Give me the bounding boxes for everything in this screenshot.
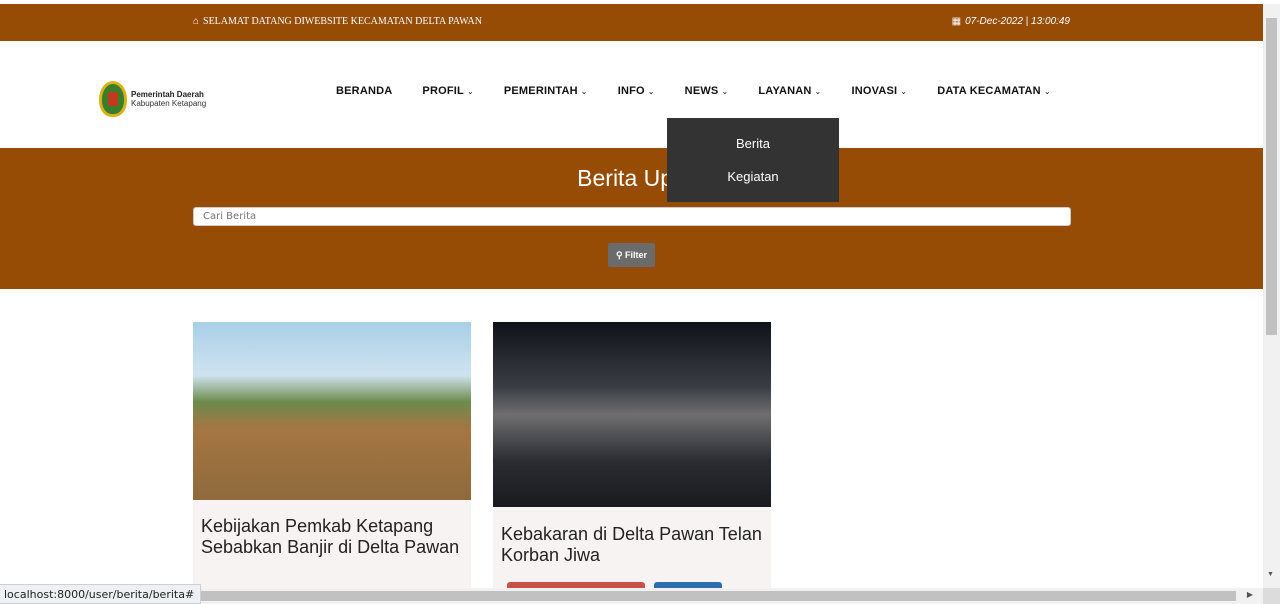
vertical-scrollbar[interactable]: ▼ (1263, 4, 1280, 588)
fire-photo[interactable] (493, 322, 771, 507)
nav-item-info[interactable]: INFO ⌄ (618, 85, 655, 97)
nav-item-beranda[interactable]: BERANDA (336, 85, 392, 97)
nav-item-news[interactable]: NEWS ⌄ (685, 85, 729, 97)
ketapang-emblem-icon (99, 81, 127, 117)
nav-item-data-kecamatan[interactable]: DATA KECAMATAN ⌄ (937, 85, 1051, 97)
dropdown-item-berita[interactable]: Berita (667, 127, 839, 160)
hero-section: Berita Upd ⚲ Filter (0, 148, 1263, 289)
page: ⌂ SELAMAT DATANG DIWEBSITE KECAMATAN DELT… (0, 0, 1280, 604)
navbar: Pemerintah Daerah Kabupaten Ketapang BER… (0, 41, 1263, 148)
dropdown-item-kegiatan[interactable]: Kegiatan (667, 160, 839, 193)
status-bar-url: localhost:8000/user/berita/berita# (0, 584, 202, 604)
news-card[interactable]: Kebakaran di Delta Pawan Telan Korban Ji… (493, 322, 771, 594)
nav-item-layanan[interactable]: LAYANAN ⌄ (758, 85, 821, 97)
logo-line2: Kabupaten Ketapang (131, 99, 207, 108)
chevron-down-icon: ⌄ (721, 87, 729, 96)
chevron-down-icon: ⌄ (814, 87, 822, 96)
news-headline[interactable]: Kebijakan Pemkab Ketapang Sebabkan Banji… (193, 500, 471, 558)
search-icon: ⚲ (615, 250, 626, 260)
news-card[interactable]: Kebijakan Pemkab Ketapang Sebabkan Banji… (193, 322, 471, 592)
flood-photo[interactable] (193, 322, 471, 500)
scrollbar-corner (1263, 588, 1280, 604)
chevron-down-icon: ⌄ (580, 87, 588, 96)
search-input[interactable] (193, 207, 1071, 226)
site-logo[interactable]: Pemerintah Daerah Kabupaten Ketapang (99, 80, 229, 118)
chevron-down-icon: ⌄ (900, 87, 908, 96)
welcome-text: ⌂ SELAMAT DATANG DIWEBSITE KECAMATAN DELT… (193, 16, 482, 27)
news-headline[interactable]: Kebakaran di Delta Pawan Telan Korban Ji… (493, 507, 771, 566)
nav-item-pemerintah[interactable]: PEMERINTAH ⌄ (504, 85, 588, 97)
chevron-down-icon: ⌄ (647, 87, 655, 96)
scrollbar-thumb[interactable] (1266, 18, 1277, 335)
home-icon: ⌂ (193, 16, 200, 27)
scroll-right-arrow-icon[interactable]: ▶ (1247, 590, 1253, 599)
main-menu: BERANDA PROFIL ⌄ PEMERINTAH ⌄ INFO ⌄ NEWS ⌄ … (336, 85, 1081, 97)
page-title: Berita Upd (577, 165, 686, 191)
chevron-down-icon: ⌄ (466, 87, 474, 96)
calendar-icon: ▦ (951, 16, 962, 27)
logo-line1: Pemerintah Daerah (131, 90, 204, 99)
scroll-down-arrow-icon[interactable]: ▼ (1267, 571, 1274, 578)
chevron-down-icon: ⌄ (1043, 87, 1051, 96)
nav-item-inovasi[interactable]: INOVASI ⌄ (851, 85, 907, 97)
date-time: ▦ 07-Dec-2022 | 13:00:49 (951, 16, 1070, 27)
filter-button[interactable]: ⚲ Filter (608, 243, 655, 267)
top-bar: ⌂ SELAMAT DATANG DIWEBSITE KECAMATAN DELT… (0, 4, 1263, 41)
news-dropdown-menu: Berita Kegiatan (667, 118, 839, 202)
nav-item-profil[interactable]: PROFIL ⌄ (422, 85, 473, 97)
